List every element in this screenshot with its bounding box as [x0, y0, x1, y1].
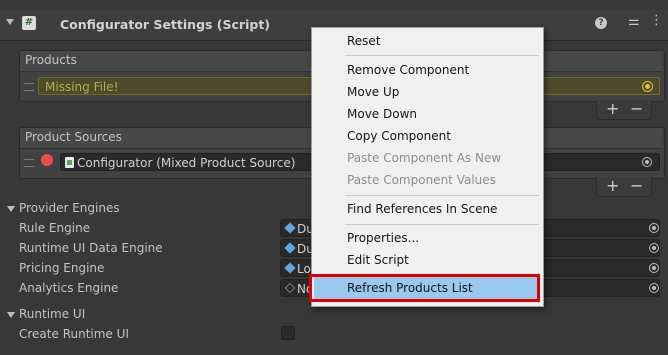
pricing-engine-label: Pricing Engine	[19, 261, 105, 275]
menu-item-move-up[interactable]: Move Up	[347, 82, 399, 102]
context-menu: Reset Remove Component Move Up Move Down…	[311, 27, 544, 307]
foldout-arrow-icon[interactable]	[7, 206, 15, 212]
object-picker-icon[interactable]	[649, 263, 659, 273]
drag-handle-icon[interactable]	[24, 83, 34, 91]
products-label: Products	[25, 53, 77, 67]
record-icon	[41, 154, 53, 166]
object-picker-icon[interactable]	[649, 223, 659, 233]
menu-item-reset[interactable]: Reset	[347, 31, 381, 51]
menu-item-properties[interactable]: Properties...	[347, 228, 419, 248]
remove-item-button[interactable]: −	[630, 99, 643, 118]
add-item-button[interactable]: +	[606, 99, 619, 118]
menu-separator	[345, 224, 539, 225]
runtime-ui-data-engine-label: Runtime UI Data Engine	[19, 241, 163, 255]
object-picker-icon[interactable]	[642, 81, 653, 92]
cube-icon	[284, 222, 296, 234]
menu-separator	[345, 195, 539, 196]
product-sources-label: Product Sources	[25, 130, 122, 144]
analytics-engine-label: Analytics Engine	[19, 281, 119, 295]
provider-engines-label: Provider Engines	[19, 201, 120, 215]
more-options-icon[interactable]: ⋮	[650, 13, 663, 28]
add-source-button[interactable]: +	[606, 176, 619, 195]
cube-icon	[284, 262, 296, 274]
menu-item-paste-component-as-new: Paste Component As New	[347, 151, 502, 165]
menu-item-move-down[interactable]: Move Down	[347, 104, 417, 124]
cube-outline-icon	[285, 283, 295, 293]
menu-separator	[345, 55, 539, 56]
cube-icon	[284, 242, 296, 254]
drag-handle-icon[interactable]	[24, 159, 34, 167]
rule-engine-label: Rule Engine	[19, 221, 91, 235]
object-picker-icon[interactable]	[649, 283, 659, 293]
menu-item-copy-component[interactable]: Copy Component	[347, 126, 451, 146]
menu-item-edit-script[interactable]: Edit Script	[347, 250, 409, 270]
help-icon[interactable]: ?	[595, 17, 607, 29]
runtime-ui-label: Runtime UI	[19, 307, 86, 321]
menu-item-find-references[interactable]: Find References In Scene	[347, 199, 497, 219]
products-plus-minus-bar	[596, 100, 652, 120]
foldout-arrow-icon[interactable]	[7, 312, 15, 318]
menu-item-remove-component[interactable]: Remove Component	[347, 60, 469, 80]
menu-item-paste-component-values: Paste Component Values	[347, 173, 496, 187]
sources-plus-minus-bar	[596, 177, 652, 197]
object-picker-icon[interactable]	[642, 157, 652, 167]
script-icon: #	[22, 16, 36, 30]
object-picker-icon[interactable]	[649, 243, 659, 253]
create-runtime-ui-label: Create Runtime UI	[19, 327, 129, 341]
missing-file-text: Missing File!	[45, 80, 119, 94]
component-title: Configurator Settings (Script)	[60, 17, 271, 32]
annotation-highlight-frame	[309, 274, 540, 302]
script-asset-icon	[65, 157, 74, 168]
remove-source-button[interactable]: −	[630, 176, 643, 195]
product-source-value: Configurator (Mixed Product Source)	[77, 156, 296, 170]
presets-icon[interactable]: ⚌	[628, 14, 640, 29]
create-runtime-ui-checkbox[interactable]	[281, 326, 295, 340]
foldout-arrow-icon[interactable]	[6, 19, 14, 25]
